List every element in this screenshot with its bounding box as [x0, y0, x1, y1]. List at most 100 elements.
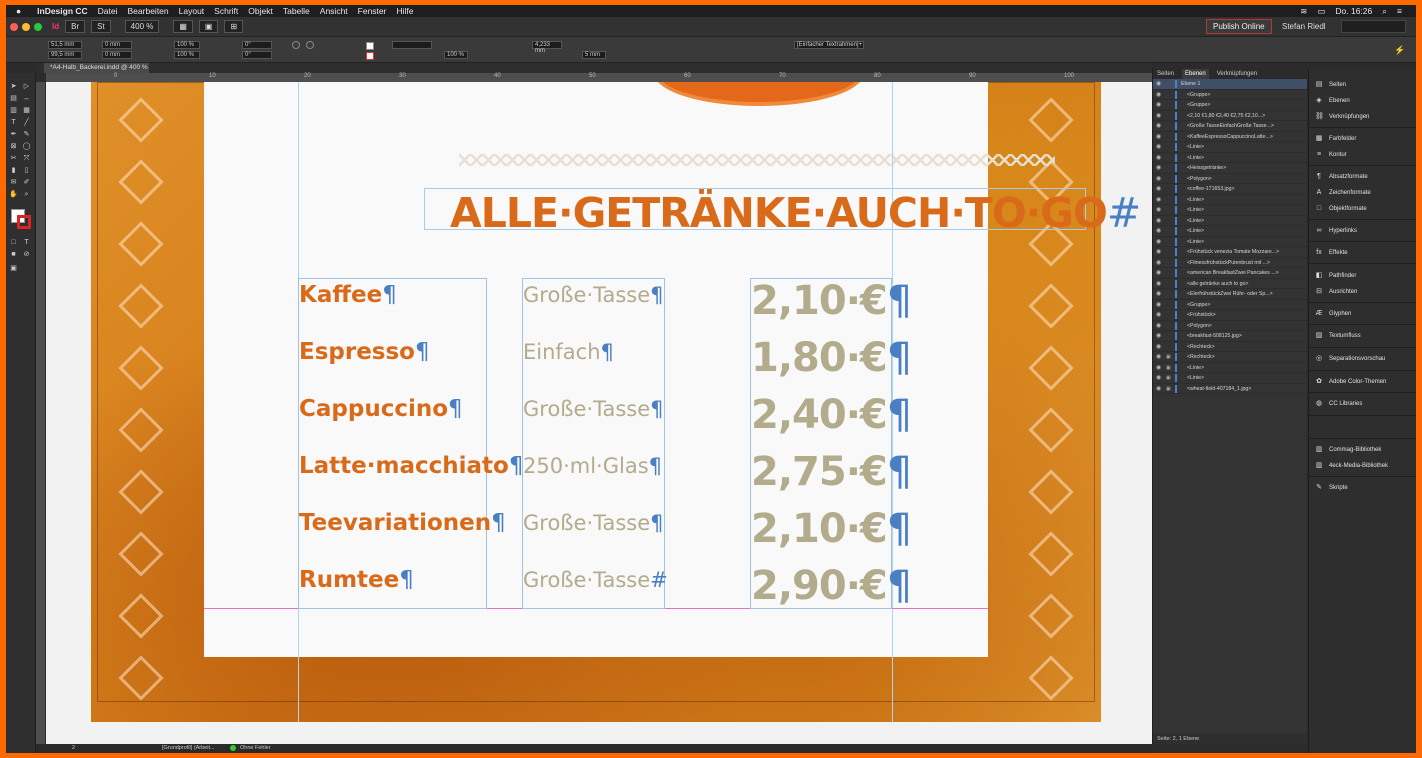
eye-icon[interactable]: ◉	[1156, 352, 1161, 362]
drink-description[interactable]: Große·Tasse¶	[523, 511, 664, 535]
layer-item[interactable]: ◉ <Gruppe>	[1153, 100, 1307, 111]
arrange-documents-button[interactable]: ⊞	[224, 20, 244, 33]
user-name[interactable]: Stefan Riedl	[1282, 22, 1326, 31]
menu-objekt[interactable]: Objekt	[248, 6, 273, 16]
layer-item[interactable]: ◉ <Polygon>	[1153, 321, 1307, 331]
eye-icon[interactable]: ◉	[1156, 226, 1161, 236]
menu-bearbeiten[interactable]: Bearbeiten	[128, 6, 169, 16]
document-tab[interactable]: *A4-Halb_Backerei.indd @ 400 %	[44, 63, 149, 73]
panel-button-cc-libraries[interactable]: ◍ CC Libraries	[1315, 400, 1362, 408]
eye-icon[interactable]: ◉	[1156, 163, 1161, 173]
eye-icon[interactable]: ◉	[1156, 237, 1161, 247]
free-transform-tool-icon[interactable]: ⤧	[22, 155, 31, 162]
stock-button[interactable]: St	[91, 20, 111, 33]
battery-icon[interactable]: ▭	[1317, 6, 1325, 17]
vertical-ruler[interactable]	[36, 82, 45, 745]
drink-names-frame[interactable]	[298, 278, 487, 609]
eye-icon[interactable]: ◉	[1156, 79, 1161, 89]
coffee-cup-image[interactable]	[654, 82, 864, 106]
layer-item[interactable]: ◉ <ElerfrühstückZwei Rühr- oder Sp...>	[1153, 289, 1307, 300]
layer-item[interactable]: ◉ <Linie>	[1153, 226, 1307, 237]
drink-name[interactable]: Teevariationen¶	[299, 510, 506, 536]
eye-icon[interactable]: ◉	[1156, 174, 1161, 184]
wifi-icon[interactable]: ≋	[1300, 6, 1307, 17]
drink-name[interactable]: Espresso¶	[299, 339, 430, 365]
menu-schrift[interactable]: Schrift	[214, 6, 238, 16]
eye-icon[interactable]: ◉	[1156, 247, 1161, 257]
layer-item[interactable]: ◉ <Linie>	[1153, 195, 1307, 205]
hand-tool-icon[interactable]: ✋	[9, 191, 18, 198]
panel-button-farbfelder[interactable]: ▦ Farbfelder	[1315, 135, 1357, 143]
drink-price[interactable]: 2,75·€¶	[751, 449, 912, 495]
drink-price[interactable]: 2,90·€¶	[751, 563, 912, 609]
panel-button-objektformate[interactable]: □ Objektformate	[1315, 205, 1367, 213]
menu-hilfe[interactable]: Hilfe	[396, 6, 413, 16]
adobe-stock-search[interactable]	[1341, 20, 1406, 33]
layer-item[interactable]: ◉ <Frühstück venezia Tomate Mozzare...>	[1153, 247, 1307, 258]
zigzag-line[interactable]	[459, 154, 1055, 166]
bridge-button[interactable]: Br	[65, 20, 86, 33]
lock-icon[interactable]: ▣	[1166, 384, 1171, 394]
layer-item[interactable]: ◉ <breakfast-508125.jpg>	[1153, 331, 1307, 342]
layer-item[interactable]: ◉ <Linie>	[1153, 153, 1307, 163]
layer-item[interactable]: ◉ <coffee-171653.jpg>	[1153, 184, 1307, 195]
panel-button-effekte[interactable]: fx Effekte	[1315, 249, 1347, 257]
pasteboard[interactable]: ALLE·GETRÄNKE·AUCH·TO·GO# Kaffee¶ Große·T…	[46, 82, 1152, 745]
type-tool-icon[interactable]: T	[9, 119, 18, 126]
menu-card-panel[interactable]: ALLE·GETRÄNKE·AUCH·TO·GO# Kaffee¶ Große·T…	[204, 82, 1141, 722]
eyedropper-tool-icon[interactable]: ✐	[22, 179, 31, 186]
screen-mode-icon[interactable]: ▣	[9, 265, 18, 272]
eye-icon[interactable]: ◉	[1156, 205, 1161, 215]
eye-icon[interactable]: ◉	[1156, 331, 1161, 341]
layer-item[interactable]: ◉ <Linie>	[1153, 237, 1307, 247]
clock[interactable]: Do. 16:26	[1335, 6, 1372, 16]
eye-icon[interactable]: ◉	[1156, 321, 1161, 331]
layer-item[interactable]: ◉ <Rechteck>	[1153, 342, 1307, 352]
stroke-opacity-field[interactable]: 100 %	[444, 51, 468, 59]
apply-none-icon[interactable]: ⊘	[22, 251, 31, 258]
layer-item[interactable]: ◉ <Gruppe>	[1153, 90, 1307, 100]
panel-button-kontur[interactable]: ≡ Kontur	[1315, 151, 1347, 159]
panel-button-glyphen[interactable]: Æ Glyphen	[1315, 310, 1352, 318]
scissors-tool-icon[interactable]: ✂	[9, 155, 18, 162]
menu-layout[interactable]: Layout	[179, 6, 205, 16]
view-options-button[interactable]: ▦	[173, 20, 193, 33]
drink-descriptions-frame[interactable]	[522, 278, 665, 609]
drink-description[interactable]: Große·Tasse#	[523, 568, 668, 592]
line-tool-icon[interactable]: ╱	[22, 119, 31, 126]
apple-icon[interactable]: ●	[16, 6, 21, 16]
direct-selection-tool-icon[interactable]: ▷	[22, 83, 31, 90]
eye-icon[interactable]: ◉	[1156, 289, 1161, 299]
drink-name[interactable]: Rumtee¶	[299, 567, 414, 593]
shear-field[interactable]: 0°	[242, 51, 272, 59]
menu-fenster[interactable]: Fenster	[358, 6, 387, 16]
layer-row[interactable]: ◉ Ebene 1	[1153, 79, 1307, 90]
eye-icon[interactable]: ◉	[1156, 100, 1161, 110]
lock-icon[interactable]: ▣	[1166, 373, 1171, 383]
layer-item[interactable]: ◉ ▣ <Linie>	[1153, 373, 1307, 384]
layer-item[interactable]: ◉ <KaffeeEspressoCappuccinoLatte...>	[1153, 132, 1307, 142]
eye-icon[interactable]: ◉	[1156, 279, 1161, 289]
fill-swatch-icon[interactable]	[366, 42, 374, 50]
layer-item[interactable]: ◉ ▣ <Rechteck>	[1153, 352, 1307, 363]
eye-icon[interactable]: ◉	[1156, 111, 1161, 121]
panel-button-adobe-color-themen[interactable]: ✿ Adobe Color-Themen	[1315, 378, 1386, 386]
height-field[interactable]: 0 mm	[102, 51, 132, 59]
menu-list-icon[interactable]: ≡	[1397, 6, 1402, 16]
pen-tool-icon[interactable]: ✒	[9, 131, 18, 138]
content-collector-icon[interactable]: ▥	[9, 107, 18, 114]
eye-icon[interactable]: ◉	[1156, 121, 1161, 131]
layer-item[interactable]: ◉ <Linie>	[1153, 142, 1307, 153]
eye-icon[interactable]: ◉	[1156, 373, 1161, 383]
panel-button-4eck-media-bibliothek[interactable]: ▥ 4eck-Media-Bibliothek	[1315, 462, 1388, 470]
layer-item[interactable]: ◉ <Polygon>	[1153, 174, 1307, 184]
eye-icon[interactable]: ◉	[1156, 342, 1161, 352]
stroke-swatch-icon[interactable]	[366, 52, 374, 60]
preflight-errors[interactable]: Ohne Fehler	[240, 744, 271, 753]
layer-item[interactable]: ◉ <Gruppe>	[1153, 300, 1307, 310]
app-menu[interactable]: InDesign CC	[37, 6, 88, 16]
layer-item[interactable]: ◉ <Linie>	[1153, 216, 1307, 226]
screen-mode-button[interactable]: ▣	[198, 20, 219, 33]
layer-item[interactable]: ◉ <alle getränke auch to go>	[1153, 279, 1307, 289]
drink-description[interactable]: Einfach¶	[523, 340, 614, 364]
